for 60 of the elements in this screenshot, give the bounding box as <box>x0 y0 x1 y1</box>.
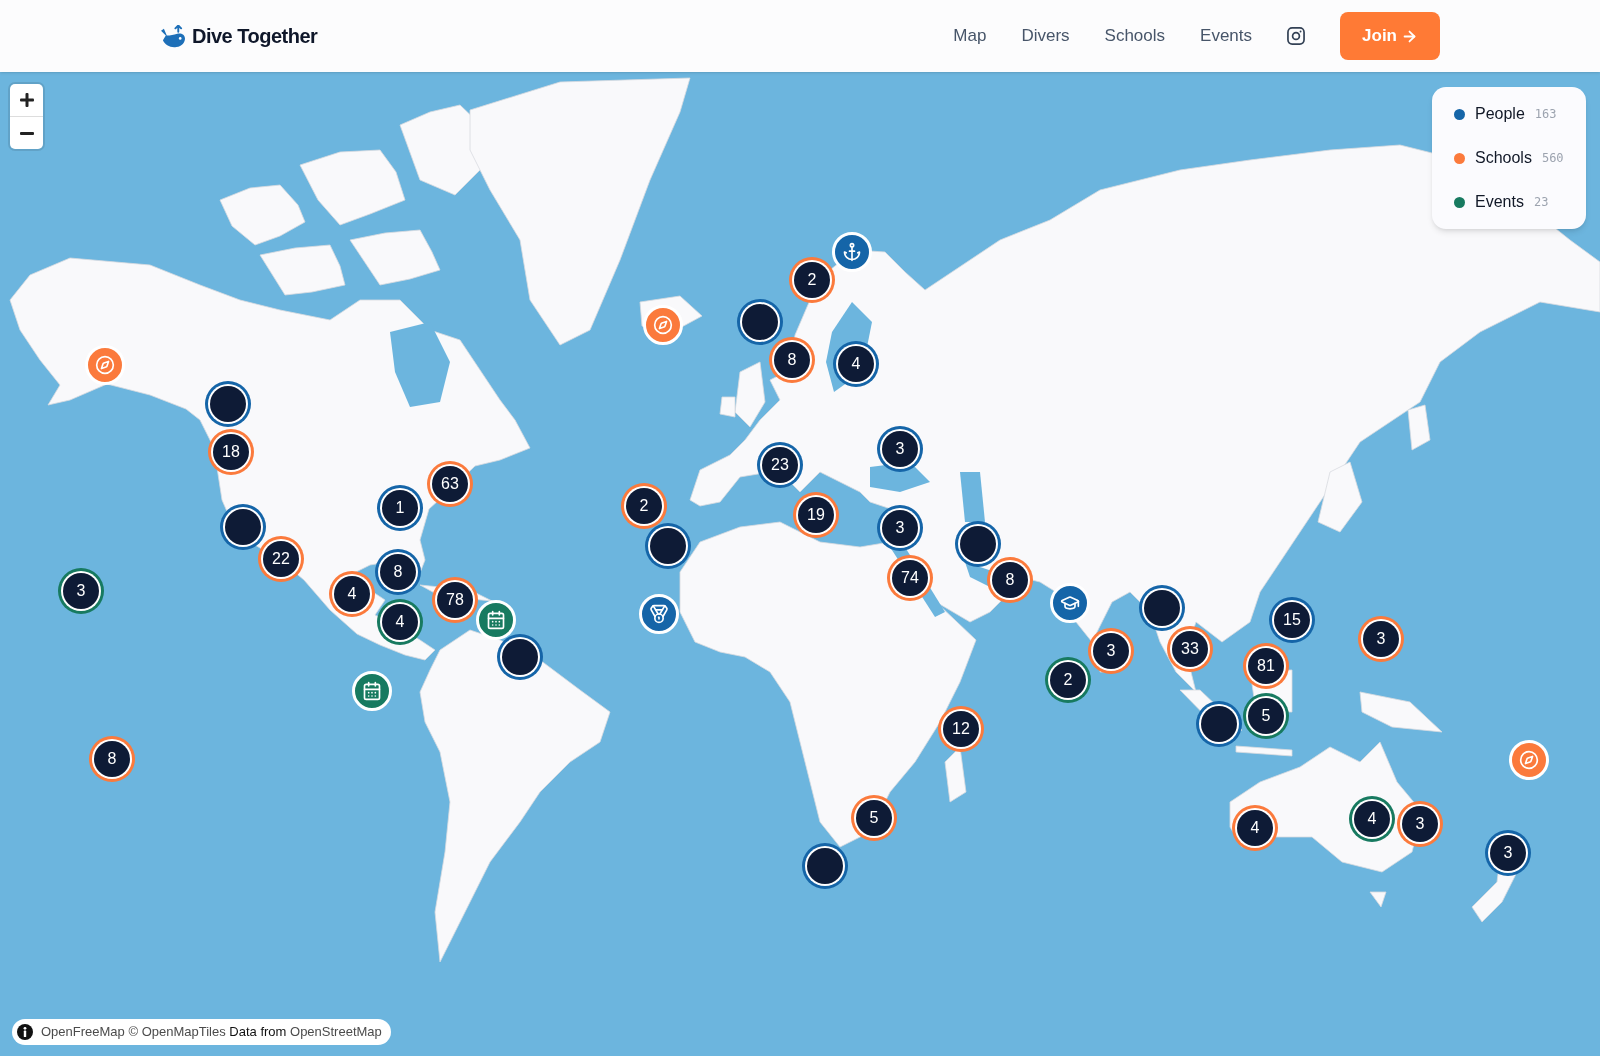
cluster-marker[interactable]: 2 <box>1045 657 1091 703</box>
medal-icon <box>649 604 669 624</box>
cluster-marker[interactable]: 81 <box>1243 643 1289 689</box>
cluster-marker[interactable]: 2 <box>621 483 667 529</box>
cluster-marker[interactable]: 19 <box>793 492 839 538</box>
cluster-marker[interactable] <box>645 523 691 569</box>
nav-link[interactable]: Schools <box>1104 23 1166 49</box>
attribution-link[interactable]: © OpenMapTiles <box>128 1024 226 1040</box>
cluster-marker[interactable]: 3 <box>1358 616 1404 662</box>
cluster-marker[interactable] <box>802 843 848 889</box>
info-icon <box>17 1024 33 1040</box>
camera-icon <box>1287 27 1306 45</box>
cluster-marker[interactable] <box>220 504 266 550</box>
compass-icon <box>1519 750 1539 770</box>
calendar-icon <box>362 681 382 701</box>
nav-link[interactable]: Events <box>1200 23 1253 49</box>
graduation-cap-icon <box>1060 593 1080 613</box>
nav-link[interactable]: Map <box>953 23 987 49</box>
attribution-text: OpenFreeMap © OpenMapTiles Data from OpenStreetMap <box>41 1023 382 1042</box>
legend-label: Events <box>1475 192 1524 212</box>
cluster-marker[interactable]: 8 <box>89 736 135 782</box>
plus-icon <box>19 93 34 107</box>
legend-count: 23 <box>1533 194 1549 211</box>
cluster-marker[interactable]: 12 <box>938 706 984 752</box>
whale-logo-icon <box>160 24 186 48</box>
attribution-link[interactable]: OpenFreeMap <box>41 1024 125 1040</box>
legend-label: People <box>1475 104 1525 124</box>
cluster-marker[interactable]: 5 <box>851 795 897 841</box>
cluster-marker[interactable]: 78 <box>432 577 478 623</box>
brand-logo[interactable]: Dive Together <box>160 21 318 51</box>
cluster-marker[interactable]: 15 <box>1269 597 1315 643</box>
social-link[interactable] <box>1287 27 1306 45</box>
map-pin[interactable] <box>639 594 679 634</box>
map-pin[interactable] <box>476 600 516 640</box>
cluster-marker[interactable] <box>737 299 783 345</box>
compass-icon <box>653 315 673 335</box>
cluster-marker[interactable]: 3 <box>1397 801 1443 847</box>
cluster-marker[interactable]: 22 <box>258 536 304 582</box>
cluster-marker[interactable]: 33 <box>1167 626 1213 672</box>
compass-icon <box>95 355 115 375</box>
minus-icon <box>19 131 34 135</box>
map-pin[interactable] <box>352 671 392 711</box>
cluster-marker[interactable]: 3 <box>1088 628 1134 674</box>
map-pin[interactable] <box>1509 740 1549 780</box>
nav-link[interactable]: Divers <box>1021 23 1070 49</box>
cluster-marker[interactable]: 3 <box>1485 830 1531 876</box>
cluster-marker[interactable] <box>1196 701 1242 747</box>
legend-label: Schools <box>1475 148 1532 168</box>
map-pin[interactable] <box>832 232 872 272</box>
cluster-marker[interactable]: 5 <box>1243 693 1289 739</box>
attribution-link[interactable]: OpenStreetMap <box>290 1024 382 1040</box>
legend-count: 163 <box>1534 106 1557 123</box>
calendar-icon <box>486 610 506 630</box>
cluster-marker[interactable]: 2 <box>789 257 835 303</box>
cluster-marker[interactable]: 3 <box>58 568 104 614</box>
cluster-marker[interactable]: 8 <box>375 549 421 595</box>
map-pin[interactable] <box>643 305 683 345</box>
cluster-marker[interactable]: 4 <box>1232 805 1278 851</box>
legend-count: 560 <box>1541 150 1564 167</box>
anchor-icon <box>842 242 862 262</box>
